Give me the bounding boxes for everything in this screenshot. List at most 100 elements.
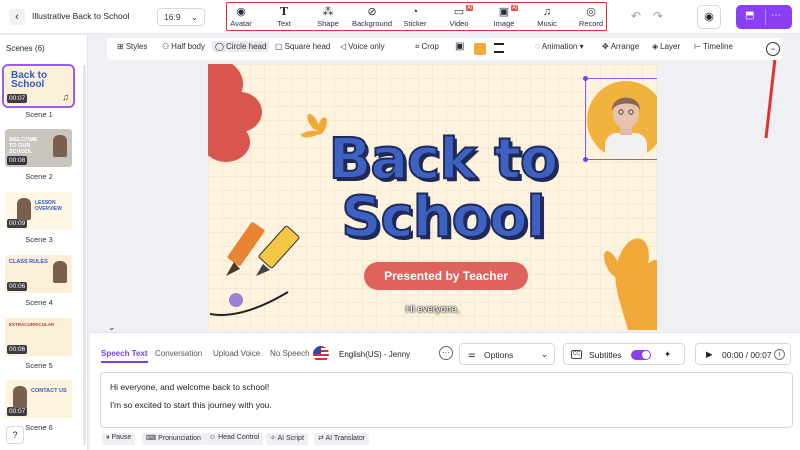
styles-button[interactable]: ⊞ Styles <box>117 42 148 51</box>
scene-label: Scene 3 <box>25 235 53 244</box>
tab-no-speech[interactable]: No Speech <box>270 349 310 358</box>
image-icon: ▣ <box>498 6 510 18</box>
export-button[interactable]: ⬒ ⋯ <box>736 5 792 29</box>
preview-icon: ◉ <box>704 11 714 23</box>
sidebar-scrollbar[interactable] <box>83 65 86 445</box>
slide-canvas[interactable]: Back to School Presented by Teacher Hi e… <box>208 64 657 330</box>
speech-panel: Speech Text Conversation Upload Voice No… <box>90 332 800 450</box>
headline-line-2[interactable]: School <box>298 187 588 249</box>
tool-music[interactable]: ♫ Music <box>527 6 567 28</box>
tab-conversation[interactable]: Conversation <box>155 349 202 358</box>
scene-thumb-text: CLASS RULES <box>9 259 48 265</box>
ai-translator-chip[interactable]: ⇄ AI Translator <box>314 433 370 445</box>
project-title[interactable]: Illustrative Back to School <box>32 11 129 21</box>
arrange-button[interactable]: ✥ Arrange <box>602 42 639 51</box>
scene-thumbnail[interactable]: CLASS RULES 00:06 <box>5 255 72 293</box>
avatar-toolbar: ⊞ Styles ⚇ Half body ◯ Circle head ▢ Square … <box>107 38 783 60</box>
more-icon[interactable]: ⋯ <box>771 10 782 21</box>
scene-thumbnail[interactable]: Back to School 00:07 ♫ <box>2 64 75 108</box>
help-button[interactable]: ? <box>6 426 24 444</box>
chip-label: Pronunciation <box>158 435 201 442</box>
tool-sticker[interactable]: ◔ Sticker <box>395 6 435 28</box>
zoom-button[interactable]: − <box>766 42 780 56</box>
animation-button[interactable]: ◌ Animation ▾ <box>535 42 584 51</box>
script-textarea[interactable]: Hi everyone, and welcome back to school!… <box>100 372 793 428</box>
scene-item[interactable]: EXTRACURRICULAR 00:06 Scene 5 <box>5 318 73 370</box>
color-swatch[interactable] <box>474 43 486 55</box>
tool-shape[interactable]: ⁂ Shape <box>308 6 348 28</box>
crop-label: Crop <box>421 42 439 51</box>
layers-icon: ◈ <box>652 42 659 51</box>
undo-icon[interactable]: ↶ <box>631 9 641 23</box>
headline-line-1[interactable]: Back to <box>298 129 588 191</box>
subtitle-style-icon[interactable]: ✦ <box>664 349 671 360</box>
redo-icon[interactable]: ↷ <box>653 9 663 23</box>
flower-decoration <box>208 64 262 162</box>
music-icon: ♫ <box>62 92 69 102</box>
voice-selector[interactable]: English(US) - Jenny ··· <box>313 344 455 364</box>
circle-head-label: Circle head <box>225 42 267 51</box>
square-head-label: Square head <box>284 42 331 51</box>
scene-thumbnail[interactable]: EXTRACURRICULAR 00:06 <box>5 318 72 356</box>
options-label: Options <box>484 350 514 360</box>
person-icon: ⚇ <box>162 42 170 51</box>
tool-video[interactable]: ▭ AI Video <box>439 5 479 28</box>
presenter-label[interactable]: Presented by Teacher <box>364 262 528 290</box>
scene-duration: 00:07 <box>7 94 28 103</box>
scene-thumb-text: CONTACT US <box>31 388 67 394</box>
half-body-button[interactable]: ⚇ Half body <box>162 42 205 51</box>
tool-text[interactable]: T Text <box>264 6 304 29</box>
tool-avatar[interactable]: ◉ Avatar <box>221 6 261 28</box>
tab-upload-voice[interactable]: Upload Voice <box>213 349 260 358</box>
tool-label: Background <box>351 19 393 28</box>
chevron-down-icon: ⌄ <box>190 12 198 22</box>
crop-button[interactable]: ⌗ Crop <box>415 42 439 52</box>
scene-item[interactable]: LESSON OVERVIEW 00:09 Scene 3 <box>5 192 73 244</box>
scene-item[interactable]: CONTACT US 00:07 Scene 6 <box>5 380 73 432</box>
animation-label: Animation <box>541 42 578 51</box>
tool-image[interactable]: ▣ AI Image <box>484 5 524 28</box>
pronunciation-chip[interactable]: ⌨ Pronunciation <box>142 433 205 445</box>
preview-button[interactable]: ◉ <box>697 5 721 29</box>
avatar <box>13 386 27 408</box>
info-icon[interactable]: i <box>774 349 785 360</box>
resize-handle[interactable] <box>583 157 588 162</box>
scene-item[interactable]: CLASS RULES 00:06 Scene 4 <box>5 255 73 307</box>
mask-icon[interactable]: ▣ <box>455 41 464 52</box>
playback-time: 00:00 / 00:07 <box>722 350 772 360</box>
avatar-frame[interactable] <box>583 76 657 162</box>
chevron-left-icon: ‹ <box>15 11 19 23</box>
sliders-icon: ⚌ <box>468 349 476 359</box>
square-head-button[interactable]: ▢ Square head <box>275 42 330 51</box>
resize-handle[interactable] <box>583 76 588 81</box>
voice-only-button[interactable]: ◁ Voice only <box>340 42 385 51</box>
play-icon[interactable]: ▶ <box>706 349 713 360</box>
scene-thumbnail[interactable]: CONTACT US 00:07 <box>5 380 72 418</box>
scene-item[interactable]: WELCOME TO OUR SCHOOL 00:08 Scene 2 <box>5 129 73 181</box>
scene-thumbnail[interactable]: WELCOME TO OUR SCHOOL 00:08 <box>5 129 72 167</box>
more-icon[interactable]: ··· <box>439 346 453 360</box>
tab-speech-text[interactable]: Speech Text <box>101 349 148 363</box>
border-style-icon[interactable] <box>494 43 504 53</box>
top-bar: ‹ Illustrative Back to School 16:9 ⌄ ◉ Ava… <box>0 0 800 34</box>
head-control-chip[interactable]: ☺ Head Control <box>205 433 264 445</box>
chip-label: AI Translator <box>325 435 366 442</box>
scene-thumbnail[interactable]: LESSON OVERVIEW 00:09 <box>5 192 72 230</box>
tool-label: Record <box>578 19 604 28</box>
voice-name: English(US) - Jenny <box>339 350 411 359</box>
layer-button[interactable]: ◈ Layer <box>652 42 680 51</box>
scene-item[interactable]: Back to School 00:07 ♫ Scene 1 <box>2 64 75 119</box>
options-dropdown[interactable]: ⚌ Options ⌄ <box>459 343 555 365</box>
record-icon: ◎ <box>586 6 596 18</box>
subtitles-toggle[interactable] <box>631 350 651 360</box>
ai-script-chip[interactable]: ✧ AI Script <box>266 433 308 445</box>
tool-background[interactable]: ⊘ Background <box>351 6 393 28</box>
coral-decoration <box>603 238 657 330</box>
aspect-ratio-select[interactable]: 16:9 ⌄ <box>157 8 205 26</box>
pause-chip[interactable]: ⏸ Pause <box>102 433 136 445</box>
circle-head-button[interactable]: ◯ Circle head <box>212 41 270 52</box>
timeline-button[interactable]: ⊢ Timeline <box>694 42 733 51</box>
scene-duration: 00:08 <box>7 156 28 165</box>
tool-record[interactable]: ◎ Record <box>571 6 611 28</box>
back-button[interactable]: ‹ <box>9 9 25 25</box>
